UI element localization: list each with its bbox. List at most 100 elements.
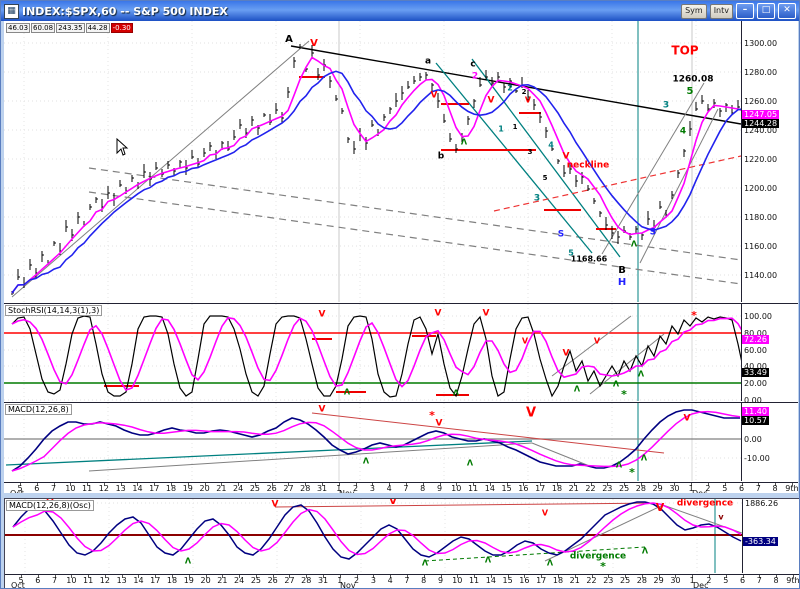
- app-window: ▦ INDEX:$SPX,60 -- S&P 500 INDEX Sym Int…: [0, 0, 800, 589]
- axis-tick-label: 1220.00: [744, 155, 777, 164]
- date-label: 17: [535, 484, 545, 493]
- axis-tick-label: 100.00: [744, 312, 772, 321]
- annotation-top-mark: V: [684, 414, 691, 424]
- axis-tick-label: 1160.00: [744, 242, 777, 251]
- date-label: 30: [670, 576, 680, 585]
- annotation-bottom-mark: Λ: [616, 461, 623, 470]
- oscillator-window: VVVVVvdivergencedivergenceΛΛΛΛΛ*MACD(12,…: [4, 498, 800, 589]
- date-label: 20: [199, 484, 209, 493]
- date-label: 14: [133, 576, 143, 585]
- annotation-label: 1260.08: [673, 75, 714, 85]
- price-price-axis: 1300.001280.001260.001240.001220.001200.…: [742, 21, 798, 303]
- annotation-label: S: [558, 230, 564, 240]
- axis-tick-label: 1300.00: [744, 39, 777, 48]
- month-label: Dec: [693, 581, 708, 589]
- osc-line: [13, 502, 741, 559]
- current-value-tag: -363.34: [743, 537, 778, 546]
- annotation-label: divergence: [677, 499, 733, 509]
- annotation-label: 1: [513, 123, 518, 131]
- date-label: 16: [518, 484, 528, 493]
- trendline: [312, 413, 664, 453]
- stoch-d: [12, 318, 741, 390]
- date-label: 15: [503, 576, 513, 585]
- maximize-button[interactable]: □: [757, 3, 775, 19]
- annotation-top-mark: V: [435, 309, 442, 319]
- annotation-top-mark: V: [656, 501, 665, 514]
- stoch-plot-area[interactable]: VVVVVVΛΛΛΛΛ**StochRSI(14,14,3(1),3): [4, 304, 742, 401]
- osc-price-axis: 1886.26-363.34: [743, 499, 799, 574]
- trendline: [472, 59, 620, 257]
- axis-tick-label: 1200.00: [744, 184, 777, 193]
- annotation-label: TOP: [671, 44, 698, 58]
- current-value-tag: 1247.05: [742, 110, 779, 119]
- date-label: 7: [404, 576, 409, 585]
- axis-tick-label: 0.00: [744, 435, 762, 444]
- date-label: 12: [99, 484, 109, 493]
- date-label: 11: [468, 484, 478, 493]
- date-label: 29: [653, 484, 663, 493]
- date-label: 9th: [786, 576, 799, 585]
- quote-boxes: 46.0360.08243.3544.28-0.30: [6, 23, 133, 33]
- annotation-top-mark: V: [525, 96, 532, 105]
- current-value-tag: 33.49: [742, 368, 769, 377]
- date-label: 18: [552, 484, 562, 493]
- date-label: 10: [451, 484, 461, 493]
- trendline: [12, 41, 309, 297]
- date-label: 4: [387, 484, 392, 493]
- month-label: Oct: [11, 581, 25, 589]
- trendline: [89, 168, 741, 260]
- date-label: 21: [217, 576, 227, 585]
- date-label: 7: [51, 484, 56, 493]
- axis-tick-label: 1280.00: [744, 68, 777, 77]
- date-label: 21: [216, 484, 226, 493]
- annotation-top-mark: V: [522, 337, 529, 346]
- date-label: 21: [569, 484, 579, 493]
- close-button[interactable]: ✕: [778, 3, 796, 19]
- annotation-label: B: [618, 265, 626, 276]
- axis-tick-label: 1140.00: [744, 271, 777, 280]
- stoch-chart-svg: VVVVVVΛΛΛΛΛ**: [4, 304, 741, 401]
- date-label: 6: [35, 576, 40, 585]
- macd-plot-area[interactable]: V*VVVΛΛΛΛ*MACD(12,26,8): [4, 403, 742, 481]
- annotation-label: 2: [472, 72, 478, 82]
- annotation-label: 1: [498, 125, 504, 134]
- date-label: 7: [403, 484, 408, 493]
- sym-button[interactable]: Sym: [681, 4, 707, 19]
- annotation-label: 2: [507, 84, 513, 93]
- date-label: 23: [602, 484, 612, 493]
- annotation-top-mark: V: [483, 309, 490, 319]
- date-axis: 5671011121314171819202124252627283112347…: [5, 575, 799, 589]
- intv-button[interactable]: Intv: [710, 4, 733, 19]
- annotation-label: neckline: [567, 161, 610, 171]
- date-label: 7: [757, 576, 762, 585]
- price-plot-area[interactable]: AVaVc2V22V11bΛ345Vneckline3SS5Λ1168.66BH…: [4, 21, 742, 302]
- annotation-top-mark: V: [310, 38, 318, 49]
- panel-price: AVaVc2V22V11bΛ345Vneckline3SS5Λ1168.66BH…: [4, 21, 798, 304]
- annotation-label: 3: [663, 101, 669, 111]
- annotation-label: *: [691, 309, 697, 322]
- osc-plot-area[interactable]: VVVVVvdivergencedivergenceΛΛΛΛΛ*MACD(12,…: [5, 499, 743, 573]
- trendline: [291, 46, 741, 124]
- window-title: INDEX:$SPX,60 -- S&P 500 INDEX: [22, 5, 678, 18]
- annotation-label: a: [425, 57, 431, 67]
- date-label: 31: [317, 484, 327, 493]
- annotation-bottom-mark: Λ: [574, 385, 581, 394]
- date-label: 27: [283, 484, 293, 493]
- date-label: 24: [233, 484, 243, 493]
- date-label: 16: [519, 576, 529, 585]
- date-label: 11: [469, 576, 479, 585]
- annotation-label: divergence: [570, 552, 626, 562]
- date-label: 3: [370, 484, 375, 493]
- date-label: 31: [318, 576, 328, 585]
- date-label: 25: [250, 484, 260, 493]
- titlebar[interactable]: ▦ INDEX:$SPX,60 -- S&P 500 INDEX Sym Int…: [1, 1, 799, 21]
- panel-osc: VVVVVvdivergencedivergenceΛΛΛΛΛ*MACD(12,…: [5, 499, 799, 575]
- ma-fast: [12, 58, 741, 294]
- date-label: 23: [603, 576, 613, 585]
- annotation-top-mark: V: [488, 96, 495, 106]
- date-label: 10: [65, 484, 75, 493]
- annotation-label: H: [618, 277, 626, 288]
- minimize-button[interactable]: –: [736, 3, 754, 19]
- annotation-label: 5: [543, 174, 548, 182]
- price-bars: [12, 44, 741, 295]
